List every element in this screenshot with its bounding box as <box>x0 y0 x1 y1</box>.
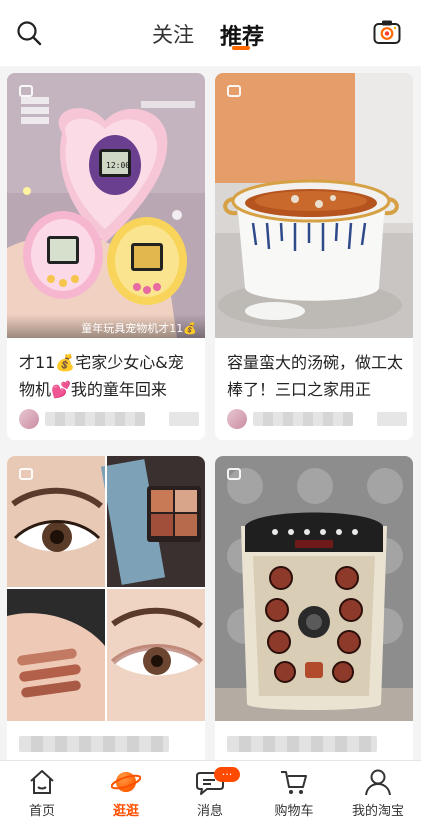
cart-icon <box>281 771 307 794</box>
tab-label: 消息 <box>196 804 223 819</box>
like-count-blurred <box>377 412 407 426</box>
card-title-blurred <box>19 736 169 752</box>
feed-card[interactable] <box>7 456 205 766</box>
svg-text:12:00: 12:00 <box>106 161 130 170</box>
author-name-blurred <box>253 412 353 426</box>
foot-spa-illustration <box>215 456 413 721</box>
message-badge: ··· <box>214 767 240 782</box>
card-title[interactable]: 容量蛮大的汤碗，做工太棒了！三口之家用正 <box>227 349 405 403</box>
bottom-tab-bar: 首页 逛逛 ··· 消息 购物车 我的淘宝 <box>0 760 421 825</box>
author-name-blurred <box>45 412 145 426</box>
tab-label: 首页 <box>28 804 55 819</box>
feed-card[interactable]: 容量蛮大的汤碗，做工太棒了！三口之家用正 <box>215 73 413 440</box>
tab-label: 购物车 <box>274 804 314 819</box>
camera-icon[interactable] <box>373 19 401 45</box>
image-caption: 童年玩具宠物机才11💰 <box>7 314 205 338</box>
like-count-blurred <box>169 412 199 426</box>
tab-label: 我的淘宝 <box>351 804 404 819</box>
soup-pot-illustration <box>215 73 413 338</box>
user-icon <box>365 769 391 796</box>
card-author-meta <box>227 409 407 429</box>
search-icon[interactable] <box>16 20 42 46</box>
pet-toys-illustration: 12:00 <box>7 73 205 338</box>
multi-image-icon <box>19 468 33 480</box>
card-image-foot-spa[interactable] <box>215 456 413 721</box>
card-image-eye-makeup[interactable] <box>7 456 205 721</box>
tab-browse[interactable]: 逛逛 <box>84 761 168 825</box>
feed-card[interactable] <box>215 456 413 766</box>
planet-icon <box>111 772 141 792</box>
tab-label: 逛逛 <box>112 804 139 819</box>
multi-image-icon <box>227 468 241 480</box>
card-image-soup-pot[interactable] <box>215 73 413 338</box>
tab-home[interactable]: 首页 <box>0 761 84 825</box>
card-title-blurred <box>227 736 377 752</box>
active-tab-indicator <box>232 46 250 50</box>
card-author-meta <box>19 409 199 429</box>
feed-card[interactable]: 12:00 童年玩具宠物机才11💰 才11💰宅家少女心&宠物机💕我的童年回来 <box>7 73 205 440</box>
home-icon <box>30 770 54 794</box>
card-title[interactable]: 才11💰宅家少女心&宠物机💕我的童年回来 <box>19 349 197 403</box>
tab-messages[interactable]: ··· 消息 <box>168 761 252 825</box>
tab-follow[interactable]: 关注 <box>152 19 194 49</box>
avatar[interactable] <box>227 409 247 429</box>
multi-image-icon <box>19 85 33 97</box>
tab-my-taobao[interactable]: 我的淘宝 <box>336 761 420 825</box>
avatar[interactable] <box>19 409 39 429</box>
eye-makeup-illustration <box>7 456 205 721</box>
card-image-pet-toys[interactable]: 12:00 童年玩具宠物机才11💰 <box>7 73 205 338</box>
multi-image-icon <box>227 85 241 97</box>
top-bar: 关注 推荐 <box>0 0 421 66</box>
tab-cart[interactable]: 购物车 <box>252 761 336 825</box>
